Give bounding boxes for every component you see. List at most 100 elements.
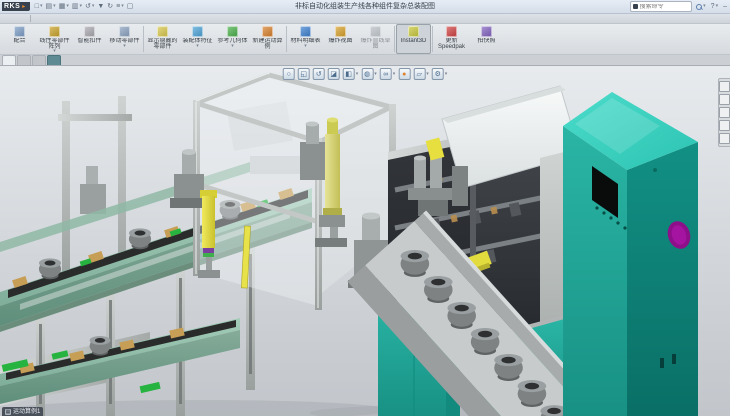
window-title: 非标自动化组装生产线各种组件复杂总装配图 bbox=[295, 1, 435, 11]
edit-appearance-icon[interactable]: ● bbox=[398, 68, 410, 80]
command-icon bbox=[446, 26, 457, 37]
explode-line-sketch-button[interactable]: 爆炸直线草图 bbox=[358, 24, 393, 54]
custom-properties-icon[interactable] bbox=[719, 133, 730, 144]
search-icon bbox=[696, 4, 702, 10]
command-icon bbox=[408, 26, 419, 37]
motion-study-icon: ▦ bbox=[5, 409, 11, 415]
linear-pattern-button[interactable]: 线性零部件阵列 ▾ bbox=[37, 24, 72, 54]
design-library-icon[interactable] bbox=[719, 94, 730, 105]
view-settings-icon[interactable]: ⚙ ▾ bbox=[432, 68, 448, 80]
solidworks-window: RKS ▸ □ ▾ ▤ ▾ ▦ ▾ ▥ ▾ ↺ ▾ bbox=[0, 0, 730, 416]
assembly-3d-model bbox=[0, 66, 730, 416]
task-pane-strip bbox=[718, 78, 730, 147]
apply-scene-icon[interactable]: ▱ ▾ bbox=[413, 68, 429, 80]
search-button[interactable]: ▾ bbox=[695, 4, 707, 10]
print-icon[interactable]: ▥ ▾ bbox=[71, 1, 83, 12]
new-file-icon[interactable]: □ ▾ bbox=[34, 1, 44, 12]
motion-study-tab-label: 运动算例1 bbox=[13, 409, 40, 415]
dropdown-caret-icon: ▾ bbox=[123, 44, 126, 49]
zoom-fit-icon[interactable]: ○ bbox=[283, 68, 295, 80]
options-icon[interactable]: ≡ ▾ bbox=[115, 1, 125, 12]
dropdown-caret-icon: ▾ bbox=[53, 4, 56, 9]
motion-manager-bar[interactable]: ▦ 运动算例1 bbox=[2, 407, 43, 416]
hide-show-items-icon[interactable]: ∞ ▾ bbox=[380, 68, 396, 80]
dropdown-caret-icon: ▾ bbox=[716, 4, 719, 9]
command-icon bbox=[481, 26, 492, 37]
instant3d-button[interactable]: Instant3D bbox=[396, 24, 431, 54]
command-icon bbox=[227, 26, 238, 37]
search-input[interactable] bbox=[640, 4, 690, 10]
command-icon bbox=[84, 26, 95, 37]
ribbon-tab-row bbox=[0, 55, 730, 66]
teal-tower bbox=[563, 92, 698, 416]
previous-view-icon[interactable]: ↺ bbox=[313, 68, 325, 80]
rebuild-icon[interactable]: ↻ bbox=[106, 1, 114, 12]
command-manager: 配合 线性零部件阵列 ▾ 智能扣件 移动零部件 ▾ 显示隐藏的零部件 装配 bbox=[0, 24, 730, 55]
command-icon bbox=[262, 26, 273, 37]
help-icon: ? bbox=[711, 3, 715, 10]
command-icon bbox=[157, 26, 168, 37]
command-icon bbox=[300, 26, 311, 37]
assembly-features-button[interactable]: 装配体特征 ▾ bbox=[180, 24, 215, 54]
search-box bbox=[630, 1, 692, 12]
separator bbox=[30, 15, 31, 22]
dropdown-caret-icon: ▾ bbox=[703, 4, 706, 9]
command-icon bbox=[192, 26, 203, 37]
file-menu-arrow-icon: ▸ bbox=[22, 3, 26, 10]
dropdown-caret-icon: ▾ bbox=[393, 72, 396, 77]
assembly-toolbar bbox=[0, 14, 730, 24]
viewport-3d[interactable]: ○ ◱ ↺ ◪ ◧ ▾ ◍ ▾ ∞ bbox=[0, 66, 730, 416]
dropdown-caret-icon: ▾ bbox=[79, 4, 82, 9]
reference-geometry-button[interactable]: 参考几何体 ▾ bbox=[215, 24, 250, 54]
dropdown-caret-icon: ▾ bbox=[374, 72, 377, 77]
view-orientation-icon[interactable]: ◧ ▾ bbox=[343, 68, 359, 80]
tab-evaluate[interactable] bbox=[17, 55, 31, 65]
window-icon[interactable]: ▢ bbox=[126, 1, 135, 12]
dropdown-caret-icon: ▾ bbox=[304, 44, 307, 49]
dropdown-caret-icon: ▾ bbox=[445, 72, 448, 77]
take-snapshot-button[interactable]: 拍快照 bbox=[469, 24, 504, 54]
appearances-scenes-icon[interactable] bbox=[719, 120, 730, 131]
search-scope-icon[interactable] bbox=[633, 4, 637, 9]
title-bar: RKS ▸ □ ▾ ▤ ▾ ▦ ▾ ▥ ▾ ↺ ▾ bbox=[0, 0, 730, 14]
tab-render-tools[interactable] bbox=[32, 55, 46, 65]
command-icon bbox=[335, 26, 346, 37]
titlebar-right: ▾ ? ▾ – bbox=[630, 1, 728, 12]
tab-assembly[interactable] bbox=[2, 55, 16, 65]
minimize-button[interactable]: – bbox=[722, 3, 728, 10]
new-motion-study-button[interactable]: 新建运动算例 bbox=[250, 24, 285, 54]
undo-icon[interactable]: ↺ ▾ bbox=[84, 1, 95, 12]
headsup-view-toolbar: ○ ◱ ↺ ◪ ◧ ▾ ◍ ▾ ∞ bbox=[278, 67, 453, 81]
command-icon bbox=[49, 26, 60, 37]
separator bbox=[286, 26, 287, 52]
display-style-icon[interactable]: ◍ ▾ bbox=[361, 68, 377, 80]
smart-fasteners-button[interactable]: 智能扣件 bbox=[72, 24, 107, 54]
bill-of-materials-button[interactable]: 材料明细表 ▾ bbox=[288, 24, 323, 54]
open-file-icon[interactable]: ▤ ▾ bbox=[45, 1, 57, 12]
dropdown-caret-icon: ▾ bbox=[40, 4, 43, 9]
dropdown-caret-icon: ▾ bbox=[92, 4, 95, 9]
dropdown-caret-icon: ▾ bbox=[231, 44, 234, 49]
save-icon[interactable]: ▦ ▾ bbox=[58, 1, 70, 12]
dropdown-caret-icon: ▾ bbox=[121, 4, 124, 9]
exploded-view-button[interactable]: 爆炸视图 bbox=[323, 24, 358, 54]
help-button[interactable]: ? ▾ bbox=[710, 3, 719, 10]
tab-office-products[interactable] bbox=[47, 55, 61, 65]
zoom-area-icon[interactable]: ◱ bbox=[298, 68, 310, 80]
select-arrow-icon[interactable]: ▼ bbox=[96, 1, 105, 12]
separator bbox=[432, 26, 433, 52]
command-icon bbox=[14, 26, 25, 37]
show-hidden-button[interactable]: 显示隐藏的零部件 bbox=[145, 24, 180, 54]
solidworks-resources-icon[interactable] bbox=[719, 81, 730, 92]
separator bbox=[143, 26, 144, 52]
dropdown-caret-icon: ▾ bbox=[53, 49, 56, 54]
quick-access-toolbar: □ ▾ ▤ ▾ ▦ ▾ ▥ ▾ ↺ ▾ ▼ ↻ bbox=[34, 1, 135, 12]
move-component-button[interactable]: 移动零部件 ▾ bbox=[107, 24, 142, 54]
mate-button[interactable]: 配合 bbox=[2, 24, 37, 54]
file-explorer-icon[interactable] bbox=[719, 107, 730, 118]
section-view-icon[interactable]: ◪ bbox=[328, 68, 340, 80]
command-icon bbox=[119, 26, 130, 37]
separator bbox=[394, 26, 395, 52]
solidworks-logo[interactable]: RKS ▸ bbox=[2, 2, 30, 11]
update-speedpak-button[interactable]: 更新Speedpak bbox=[434, 24, 469, 54]
